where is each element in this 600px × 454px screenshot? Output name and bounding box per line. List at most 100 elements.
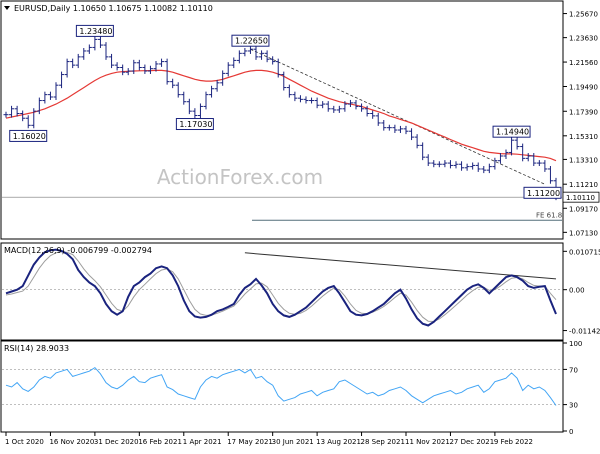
price-bar bbox=[86, 44, 92, 54]
x-tick-label: 11 Nov 2021 bbox=[405, 438, 450, 446]
price-level-label: 1.23480 bbox=[75, 24, 114, 37]
rsi-y-tick-label: 100 bbox=[569, 340, 582, 348]
x-tick-label: 16 Feb 2021 bbox=[138, 438, 182, 446]
price-bar bbox=[381, 120, 387, 131]
x-tick-label: 31 Dec 2020 bbox=[94, 438, 139, 446]
price-bar bbox=[147, 65, 153, 74]
price-bar bbox=[336, 105, 342, 113]
price-bar bbox=[314, 97, 320, 109]
macd-trendline bbox=[244, 252, 557, 280]
price-y-tick-label: 1.25670 bbox=[569, 11, 598, 19]
price-y-tick-label: 1.09170 bbox=[569, 205, 598, 213]
price-bar bbox=[470, 162, 476, 170]
price-bar bbox=[425, 154, 431, 167]
svg-text:1.11200: 1.11200 bbox=[527, 189, 560, 198]
price-level-label: 1.16020 bbox=[9, 129, 48, 142]
price-bar bbox=[297, 95, 303, 103]
x-tick-label: 17 May 2021 bbox=[227, 438, 273, 446]
price-bar bbox=[414, 134, 420, 149]
price-bar bbox=[275, 58, 281, 78]
price-bar bbox=[75, 53, 81, 69]
price-bar bbox=[25, 115, 31, 129]
price-bar bbox=[531, 153, 537, 167]
macd-line bbox=[5, 248, 557, 327]
x-tick-label: 28 Sep 2021 bbox=[361, 438, 405, 446]
price-bar bbox=[464, 163, 470, 171]
price-bar bbox=[453, 161, 459, 169]
svg-text:1.14940: 1.14940 bbox=[496, 128, 529, 137]
rsi-y-tick-label: 70 bbox=[569, 366, 578, 374]
price-y-tick-label: 1.11210 bbox=[569, 181, 598, 189]
price-bar bbox=[3, 111, 9, 118]
price-bar bbox=[497, 153, 503, 164]
price-bar bbox=[175, 82, 181, 98]
price-bar bbox=[359, 103, 365, 112]
price-y-tick-label: 1.17390 bbox=[569, 108, 598, 116]
price-bar bbox=[120, 64, 126, 76]
price-bar bbox=[547, 166, 553, 184]
price-bar bbox=[325, 101, 331, 112]
x-tick-label: 9 Feb 2022 bbox=[494, 438, 533, 446]
price-bar bbox=[231, 57, 237, 69]
x-tick-label: 1 Oct 2020 bbox=[5, 438, 44, 446]
rsi-y-tick-label: 0 bbox=[569, 428, 573, 436]
price-bar bbox=[131, 59, 137, 74]
x-axis: 1 Oct 2020 16 Nov 2020 31 Dec 2020 16 Feb 2… bbox=[5, 432, 533, 446]
price-bar bbox=[386, 124, 392, 131]
price-bar bbox=[114, 62, 120, 71]
price-bar bbox=[9, 105, 15, 118]
price-bar bbox=[70, 58, 76, 69]
price-bar bbox=[542, 160, 548, 172]
price-bar bbox=[97, 36, 103, 49]
watermark: ActionForex.com bbox=[157, 165, 323, 189]
price-bar bbox=[236, 50, 242, 64]
chart-canvas: ActionForex.com FE 61.8 1.16020 1.23480 1.… bbox=[0, 0, 600, 446]
price-bar bbox=[53, 82, 59, 100]
price-bar bbox=[109, 53, 115, 69]
price-panel-header: EURUSD,Daily 1.10650 1.10675 1.10082 1.1… bbox=[14, 4, 213, 13]
x-tick-label: 16 Nov 2020 bbox=[49, 438, 94, 446]
price-bar bbox=[103, 42, 109, 60]
macd-y-tick-label: 0.010715 bbox=[569, 248, 600, 256]
rsi-panel-header: RSI(14) 28.9033 bbox=[4, 344, 69, 353]
svg-text:1.16020: 1.16020 bbox=[13, 132, 46, 141]
price-bar bbox=[481, 166, 487, 174]
price-bar bbox=[320, 101, 326, 109]
svg-text:1.23480: 1.23480 bbox=[79, 27, 112, 36]
dropdown-triangle-icon[interactable] bbox=[4, 6, 10, 10]
price-bar bbox=[486, 163, 492, 174]
svg-text:1.22650: 1.22650 bbox=[235, 37, 268, 46]
price-bar bbox=[136, 59, 142, 71]
price-bar bbox=[36, 97, 42, 115]
eurusd-chart: ActionForex.com FE 61.8 1.16020 1.23480 1.… bbox=[0, 0, 600, 450]
price-bar bbox=[242, 48, 248, 57]
price-bar bbox=[331, 105, 337, 113]
price-bar bbox=[209, 85, 215, 98]
price-bar bbox=[170, 78, 176, 89]
macd-panel-header: MACD(12,26,9) -0.006799 -0.002794 bbox=[4, 246, 152, 255]
price-bar bbox=[409, 128, 415, 141]
price-y-tick-label: 1.07130 bbox=[569, 229, 598, 237]
price-bar bbox=[286, 84, 292, 98]
price-bar bbox=[403, 125, 409, 135]
price-bar bbox=[142, 64, 148, 74]
price-bar bbox=[520, 143, 526, 162]
price-bar bbox=[514, 137, 520, 150]
price-bar bbox=[259, 50, 265, 60]
price-bar bbox=[42, 91, 48, 104]
price-bar bbox=[64, 58, 70, 78]
price-bar bbox=[420, 142, 426, 161]
price-bar bbox=[509, 137, 515, 156]
svg-text:1.17030: 1.17030 bbox=[179, 120, 212, 129]
price-y-tick-label: 1.19490 bbox=[569, 83, 598, 91]
price-y-tick-label: 1.23630 bbox=[569, 35, 598, 43]
price-bar bbox=[181, 91, 187, 105]
price-bar bbox=[225, 62, 231, 77]
macd-y-tick-label: 0.00 bbox=[569, 287, 585, 295]
price-y-tick-label: 1.13310 bbox=[569, 156, 598, 164]
price-bar bbox=[192, 108, 198, 119]
price-level-label: 1.14940 bbox=[492, 125, 531, 138]
price-level-label: 1.22650 bbox=[231, 34, 270, 47]
price-bar bbox=[59, 71, 65, 89]
current-price-label: 1.10110 bbox=[566, 194, 595, 202]
